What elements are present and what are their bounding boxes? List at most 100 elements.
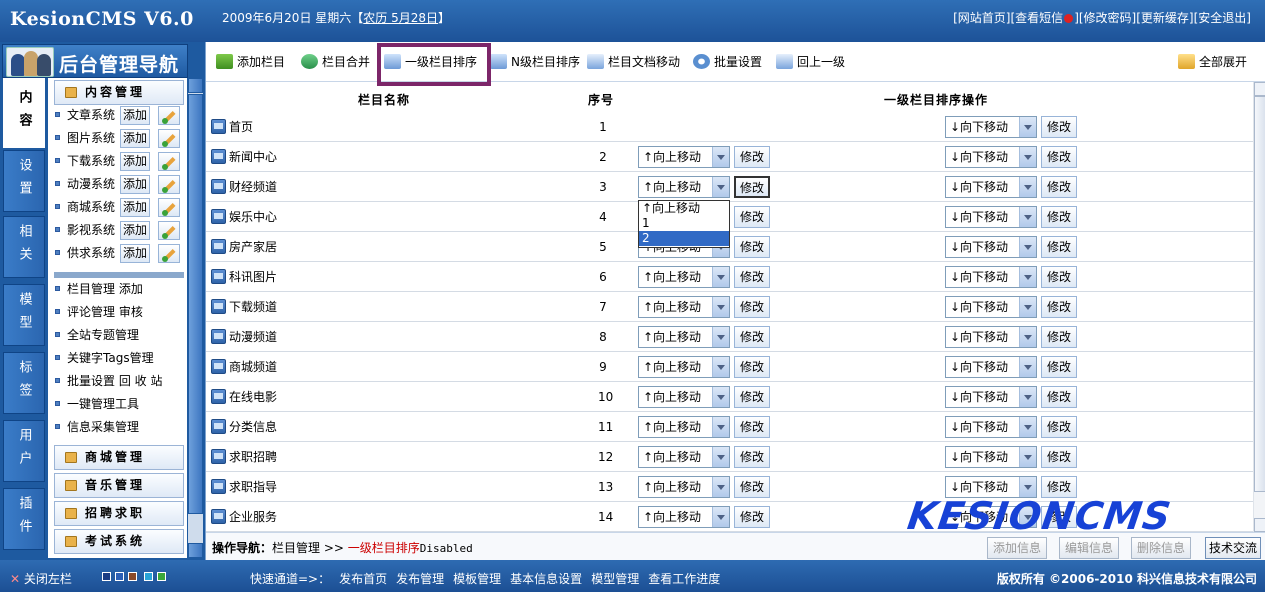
move-up-select[interactable]: ↑向上移动 bbox=[638, 266, 730, 288]
chevron-down-icon[interactable] bbox=[712, 267, 729, 287]
section-exam-system[interactable]: 考试系统 bbox=[54, 529, 184, 554]
chevron-down-icon[interactable] bbox=[1019, 147, 1036, 167]
modify-up-button[interactable]: 修改 bbox=[734, 386, 770, 408]
channel-name[interactable]: 科讯图片 bbox=[211, 268, 277, 286]
lunar-date-link[interactable]: 农历 5月28日 bbox=[363, 11, 438, 25]
tab-model[interactable]: 模型 bbox=[3, 284, 45, 346]
modify-down-button[interactable]: 修改 bbox=[1041, 146, 1077, 168]
chevron-down-icon[interactable] bbox=[712, 357, 729, 377]
chevron-down-icon[interactable] bbox=[1019, 447, 1036, 467]
modify-up-button[interactable]: 修改 bbox=[734, 206, 770, 228]
tab-labels[interactable]: 标签 bbox=[3, 352, 45, 414]
edit-pencil-icon[interactable] bbox=[158, 152, 180, 171]
move-up-select[interactable]: ↑向上移动 bbox=[638, 296, 730, 318]
move-down-select[interactable]: ↓向下移动 bbox=[945, 266, 1037, 288]
modify-down-button[interactable]: 修改 bbox=[1041, 416, 1077, 438]
modify-down-button[interactable]: 修改 bbox=[1041, 266, 1077, 288]
channel-name[interactable]: 动漫频道 bbox=[211, 328, 277, 346]
add-button[interactable]: 添加 bbox=[120, 106, 150, 125]
module-download[interactable]: 下载系统 bbox=[67, 154, 115, 168]
module-anime[interactable]: 动漫系统 bbox=[67, 177, 115, 191]
scroll-thumb[interactable] bbox=[1254, 96, 1265, 492]
modify-up-button[interactable]: 修改 bbox=[734, 176, 770, 198]
chevron-down-icon[interactable] bbox=[1019, 417, 1036, 437]
skin-swatch[interactable] bbox=[157, 572, 166, 581]
modify-down-button[interactable]: 修改 bbox=[1041, 506, 1077, 528]
modify-down-button[interactable]: 修改 bbox=[1041, 176, 1077, 198]
add-button[interactable]: 添加 bbox=[120, 244, 150, 263]
quick-basic-settings[interactable]: 基本信息设置 bbox=[510, 572, 582, 586]
module-movie[interactable]: 影视系统 bbox=[67, 223, 115, 237]
move-down-select[interactable]: ↓向下移动 bbox=[945, 506, 1037, 528]
edit-pencil-icon[interactable] bbox=[158, 106, 180, 125]
tech-exchange-button[interactable]: 技术交流 bbox=[1205, 537, 1261, 559]
edit-pencil-icon[interactable] bbox=[158, 244, 180, 263]
modify-down-button[interactable]: 修改 bbox=[1041, 236, 1077, 258]
change-password-link[interactable]: [修改密码] bbox=[1079, 11, 1136, 25]
move-up-select[interactable]: ↑向上移动 bbox=[638, 146, 730, 168]
chevron-down-icon[interactable] bbox=[1019, 327, 1036, 347]
modify-down-button[interactable]: 修改 bbox=[1041, 326, 1077, 348]
link-topic-manage[interactable]: 全站专题管理 bbox=[54, 326, 184, 346]
chevron-down-icon[interactable] bbox=[712, 477, 729, 497]
update-cache-link[interactable]: [更新缓存] bbox=[1136, 11, 1193, 25]
move-down-select[interactable]: ↓向下移动 bbox=[945, 476, 1037, 498]
channel-name[interactable]: 下载频道 bbox=[211, 298, 277, 316]
move-down-select[interactable]: ↓向下移动 bbox=[945, 146, 1037, 168]
move-down-select[interactable]: ↓向下移动 bbox=[945, 236, 1037, 258]
scroll-up-icon[interactable] bbox=[188, 78, 203, 93]
up-level-button[interactable]: 回上一级 bbox=[776, 53, 845, 71]
modify-down-button[interactable]: 修改 bbox=[1041, 116, 1077, 138]
skin-swatch[interactable] bbox=[128, 572, 137, 581]
move-up-select[interactable]: ↑向上移动 bbox=[638, 446, 730, 468]
move-down-select[interactable]: ↓向下移动 bbox=[945, 176, 1037, 198]
add-button[interactable]: 添加 bbox=[120, 175, 150, 194]
chevron-down-icon[interactable] bbox=[1019, 237, 1036, 257]
link-comment-manage[interactable]: 评论管理 审核 bbox=[54, 303, 184, 323]
edit-pencil-icon[interactable] bbox=[158, 175, 180, 194]
modify-down-button[interactable]: 修改 bbox=[1041, 206, 1077, 228]
modify-up-button[interactable]: 修改 bbox=[734, 266, 770, 288]
add-button[interactable]: 添加 bbox=[120, 198, 150, 217]
modify-down-button[interactable]: 修改 bbox=[1041, 296, 1077, 318]
modify-down-button[interactable]: 修改 bbox=[1041, 476, 1077, 498]
scroll-up-icon[interactable] bbox=[1254, 82, 1265, 96]
sub-sort-button[interactable]: N级栏目排序 bbox=[490, 53, 580, 71]
module-picture[interactable]: 图片系统 bbox=[67, 131, 115, 145]
chevron-down-icon[interactable] bbox=[712, 387, 729, 407]
modify-down-button[interactable]: 修改 bbox=[1041, 356, 1077, 378]
modify-up-button[interactable]: 修改 bbox=[734, 326, 770, 348]
site-home-link[interactable]: [网站首页] bbox=[953, 11, 1010, 25]
move-down-select[interactable]: ↓向下移动 bbox=[945, 296, 1037, 318]
modify-up-button[interactable]: 修改 bbox=[734, 146, 770, 168]
move-down-select[interactable]: ↓向下移动 bbox=[945, 116, 1037, 138]
channel-name[interactable]: 新闻中心 bbox=[211, 148, 277, 166]
logout-link[interactable]: [安全退出] bbox=[1194, 11, 1251, 25]
batch-setting-button[interactable]: 批量设置 bbox=[693, 53, 762, 71]
channel-name[interactable]: 商城频道 bbox=[211, 358, 277, 376]
chevron-down-icon[interactable] bbox=[712, 507, 729, 527]
module-article[interactable]: 文章系统 bbox=[67, 108, 115, 122]
chevron-down-icon[interactable] bbox=[712, 327, 729, 347]
link-channel-manage[interactable]: 栏目管理 添加 bbox=[54, 280, 184, 300]
tab-content[interactable]: 内容 bbox=[3, 78, 45, 148]
channel-name[interactable]: 财经频道 bbox=[211, 178, 277, 196]
modify-up-button[interactable]: 修改 bbox=[734, 416, 770, 438]
merge-channel-button[interactable]: 栏目合并 bbox=[301, 53, 370, 71]
channel-name[interactable]: 分类信息 bbox=[211, 418, 277, 436]
move-up-dropdown-list[interactable]: ↑向上移动 1 2 bbox=[638, 200, 730, 248]
section-shop-management[interactable]: 商城管理 bbox=[54, 445, 184, 470]
modify-up-button[interactable]: 修改 bbox=[734, 506, 770, 528]
link-one-click-tools[interactable]: 一键管理工具 bbox=[54, 395, 184, 415]
channel-name[interactable]: 房产家居 bbox=[211, 238, 277, 256]
chevron-down-icon[interactable] bbox=[1019, 207, 1036, 227]
chevron-down-icon[interactable] bbox=[1019, 177, 1036, 197]
section-content-management[interactable]: 内容管理 bbox=[54, 80, 184, 105]
expand-all-button[interactable]: 全部展开 bbox=[1178, 53, 1247, 71]
tab-settings[interactable]: 设置 bbox=[3, 150, 45, 212]
add-button[interactable]: 添加 bbox=[120, 221, 150, 240]
chevron-down-icon[interactable] bbox=[1019, 507, 1036, 527]
module-shop[interactable]: 商城系统 bbox=[67, 200, 115, 214]
chevron-down-icon[interactable] bbox=[1019, 387, 1036, 407]
move-down-select[interactable]: ↓向下移动 bbox=[945, 446, 1037, 468]
